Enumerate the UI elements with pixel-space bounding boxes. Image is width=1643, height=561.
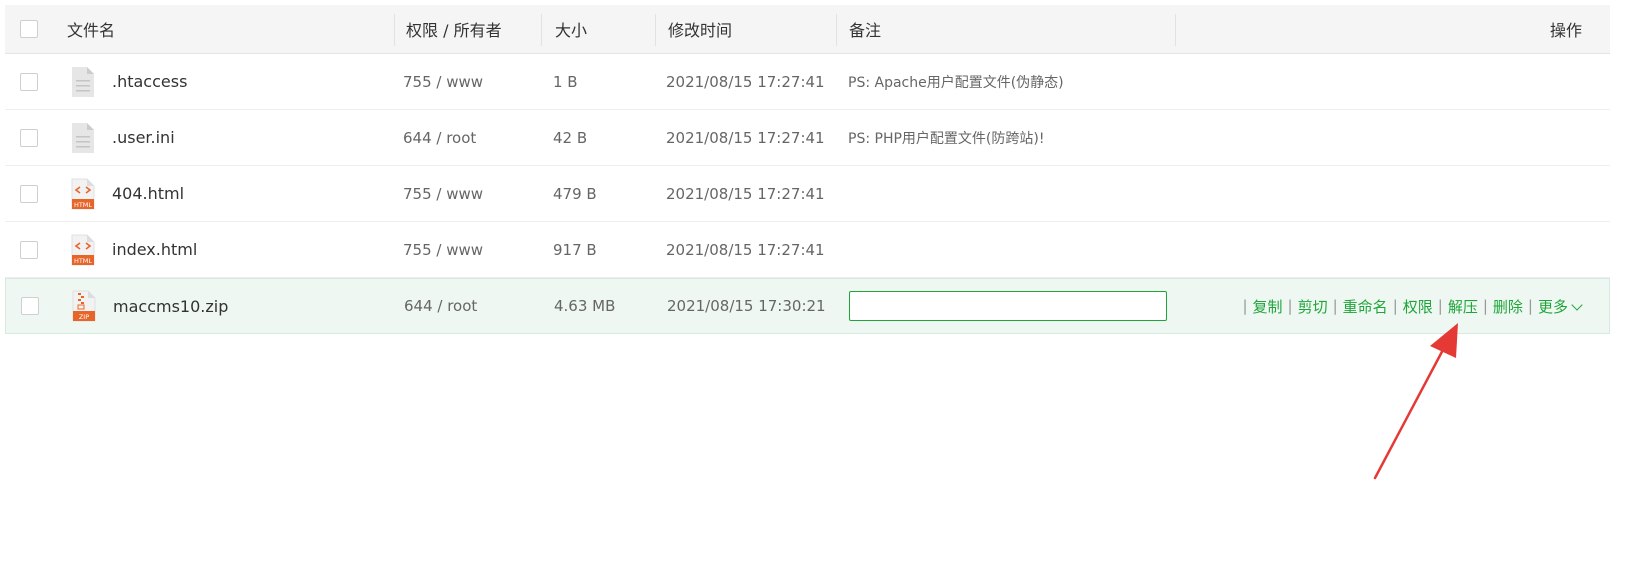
file-name[interactable]: index.html	[112, 222, 197, 277]
file-name[interactable]: .user.ini	[112, 110, 175, 165]
row-checkbox[interactable]	[21, 297, 39, 315]
header-filename[interactable]: 文件名	[67, 5, 115, 53]
ops-separator: |	[1482, 297, 1488, 315]
row-check-cell	[20, 222, 38, 277]
text-file-icon	[71, 110, 95, 165]
html-file-icon: HTML	[71, 166, 95, 221]
file-permission[interactable]: 755 / www	[403, 166, 483, 221]
file-permission[interactable]: 755 / www	[403, 54, 483, 109]
file-name[interactable]: .htaccess	[112, 54, 187, 109]
html-icon-label: HTML	[74, 257, 92, 265]
column-divider[interactable]	[394, 14, 395, 46]
chevron-down-icon	[1571, 298, 1583, 311]
header-operations: 操作	[1549, 21, 1582, 40]
row-checkbox[interactable]	[20, 184, 38, 203]
rename-button[interactable]: 重命名	[1343, 296, 1388, 317]
zip-icon-label: ZIP	[79, 313, 89, 321]
ops-separator: |	[1437, 297, 1443, 315]
file-table: 文件名 权限 / 所有者 大小 修改时间 备注 操作 .htaccess 755…	[5, 5, 1610, 334]
file-size: 42 B	[553, 128, 588, 147]
file-note[interactable]: PS: Apache用户配置文件(伪静态)	[848, 54, 1064, 109]
zip-file-icon: ZIP	[72, 279, 96, 333]
table-row[interactable]: HTML index.html 755 / www 917 B 2021/08/…	[5, 222, 1610, 278]
file-name[interactable]: 404.html	[112, 166, 184, 221]
html-icon-label: HTML	[74, 201, 92, 209]
html-file-icon: HTML	[71, 222, 95, 277]
table-row[interactable]: .user.ini 644 / root 42 B 2021/08/15 17:…	[5, 110, 1610, 166]
file-size: 479 B	[553, 184, 597, 203]
file-modified-time: 2021/08/15 17:27:41	[666, 240, 825, 259]
file-modified-time: 2021/08/15 17:30:21	[667, 297, 826, 315]
header-size[interactable]: 大小	[555, 5, 587, 53]
row-check-cell	[21, 279, 39, 333]
file-modified-time: 2021/08/15 17:27:41	[666, 184, 825, 203]
file-permission[interactable]: 755 / www	[403, 222, 483, 277]
table-row[interactable]: .htaccess 755 / www 1 B 2021/08/15 17:27…	[5, 54, 1610, 110]
column-divider[interactable]	[1175, 14, 1176, 46]
row-checkbox[interactable]	[20, 72, 38, 91]
header-note: 备注	[849, 21, 882, 40]
text-file-icon	[71, 54, 95, 109]
file-permission[interactable]: 644 / root	[404, 279, 477, 333]
file-modified-time: 2021/08/15 17:27:41	[666, 72, 825, 91]
cut-button[interactable]: 剪切	[1298, 296, 1328, 317]
more-label: 更多	[1537, 297, 1568, 316]
table-row[interactable]: HTML 404.html 755 / www 479 B 2021/08/15…	[5, 166, 1610, 222]
file-modified-time: 2021/08/15 17:27:41	[666, 128, 825, 147]
delete-button[interactable]: 删除	[1493, 296, 1523, 317]
file-size: 1 B	[553, 72, 578, 91]
ops-separator: |	[1392, 297, 1398, 315]
annotation-arrow-icon	[1373, 323, 1458, 480]
row-check-cell	[20, 110, 38, 165]
more-button[interactable]: 更多	[1537, 296, 1583, 317]
header-modified-time[interactable]: 修改时间	[668, 5, 732, 53]
file-permission[interactable]: 644 / root	[403, 110, 476, 165]
column-divider[interactable]	[836, 14, 837, 46]
ops-separator: |	[1527, 297, 1533, 315]
row-checkbox[interactable]	[20, 128, 38, 147]
row-check-cell	[20, 166, 38, 221]
row-check-cell	[20, 54, 38, 109]
file-note[interactable]: PS: PHP用户配置文件(防跨站)!	[848, 110, 1044, 165]
permission-button[interactable]: 权限	[1403, 296, 1433, 317]
ops-separator: |	[1242, 297, 1248, 315]
column-divider[interactable]	[541, 14, 542, 46]
row-checkbox[interactable]	[20, 240, 38, 259]
ops-separator: |	[1332, 297, 1338, 315]
ops-separator: |	[1287, 297, 1293, 315]
extract-button[interactable]: 解压	[1448, 296, 1478, 317]
file-size: 4.63 MB	[554, 297, 616, 315]
select-all-cell	[20, 5, 38, 53]
note-cell	[849, 279, 1167, 333]
table-header: 文件名 权限 / 所有者 大小 修改时间 备注 操作	[5, 5, 1610, 54]
file-name[interactable]: maccms10.zip	[113, 279, 228, 333]
file-size: 917 B	[553, 240, 597, 259]
copy-button[interactable]: 复制	[1253, 296, 1283, 317]
column-divider[interactable]	[655, 14, 656, 46]
header-permission-owner[interactable]: 权限 / 所有者	[406, 5, 502, 53]
select-all-checkbox[interactable]	[20, 20, 38, 38]
note-input[interactable]	[849, 291, 1167, 321]
